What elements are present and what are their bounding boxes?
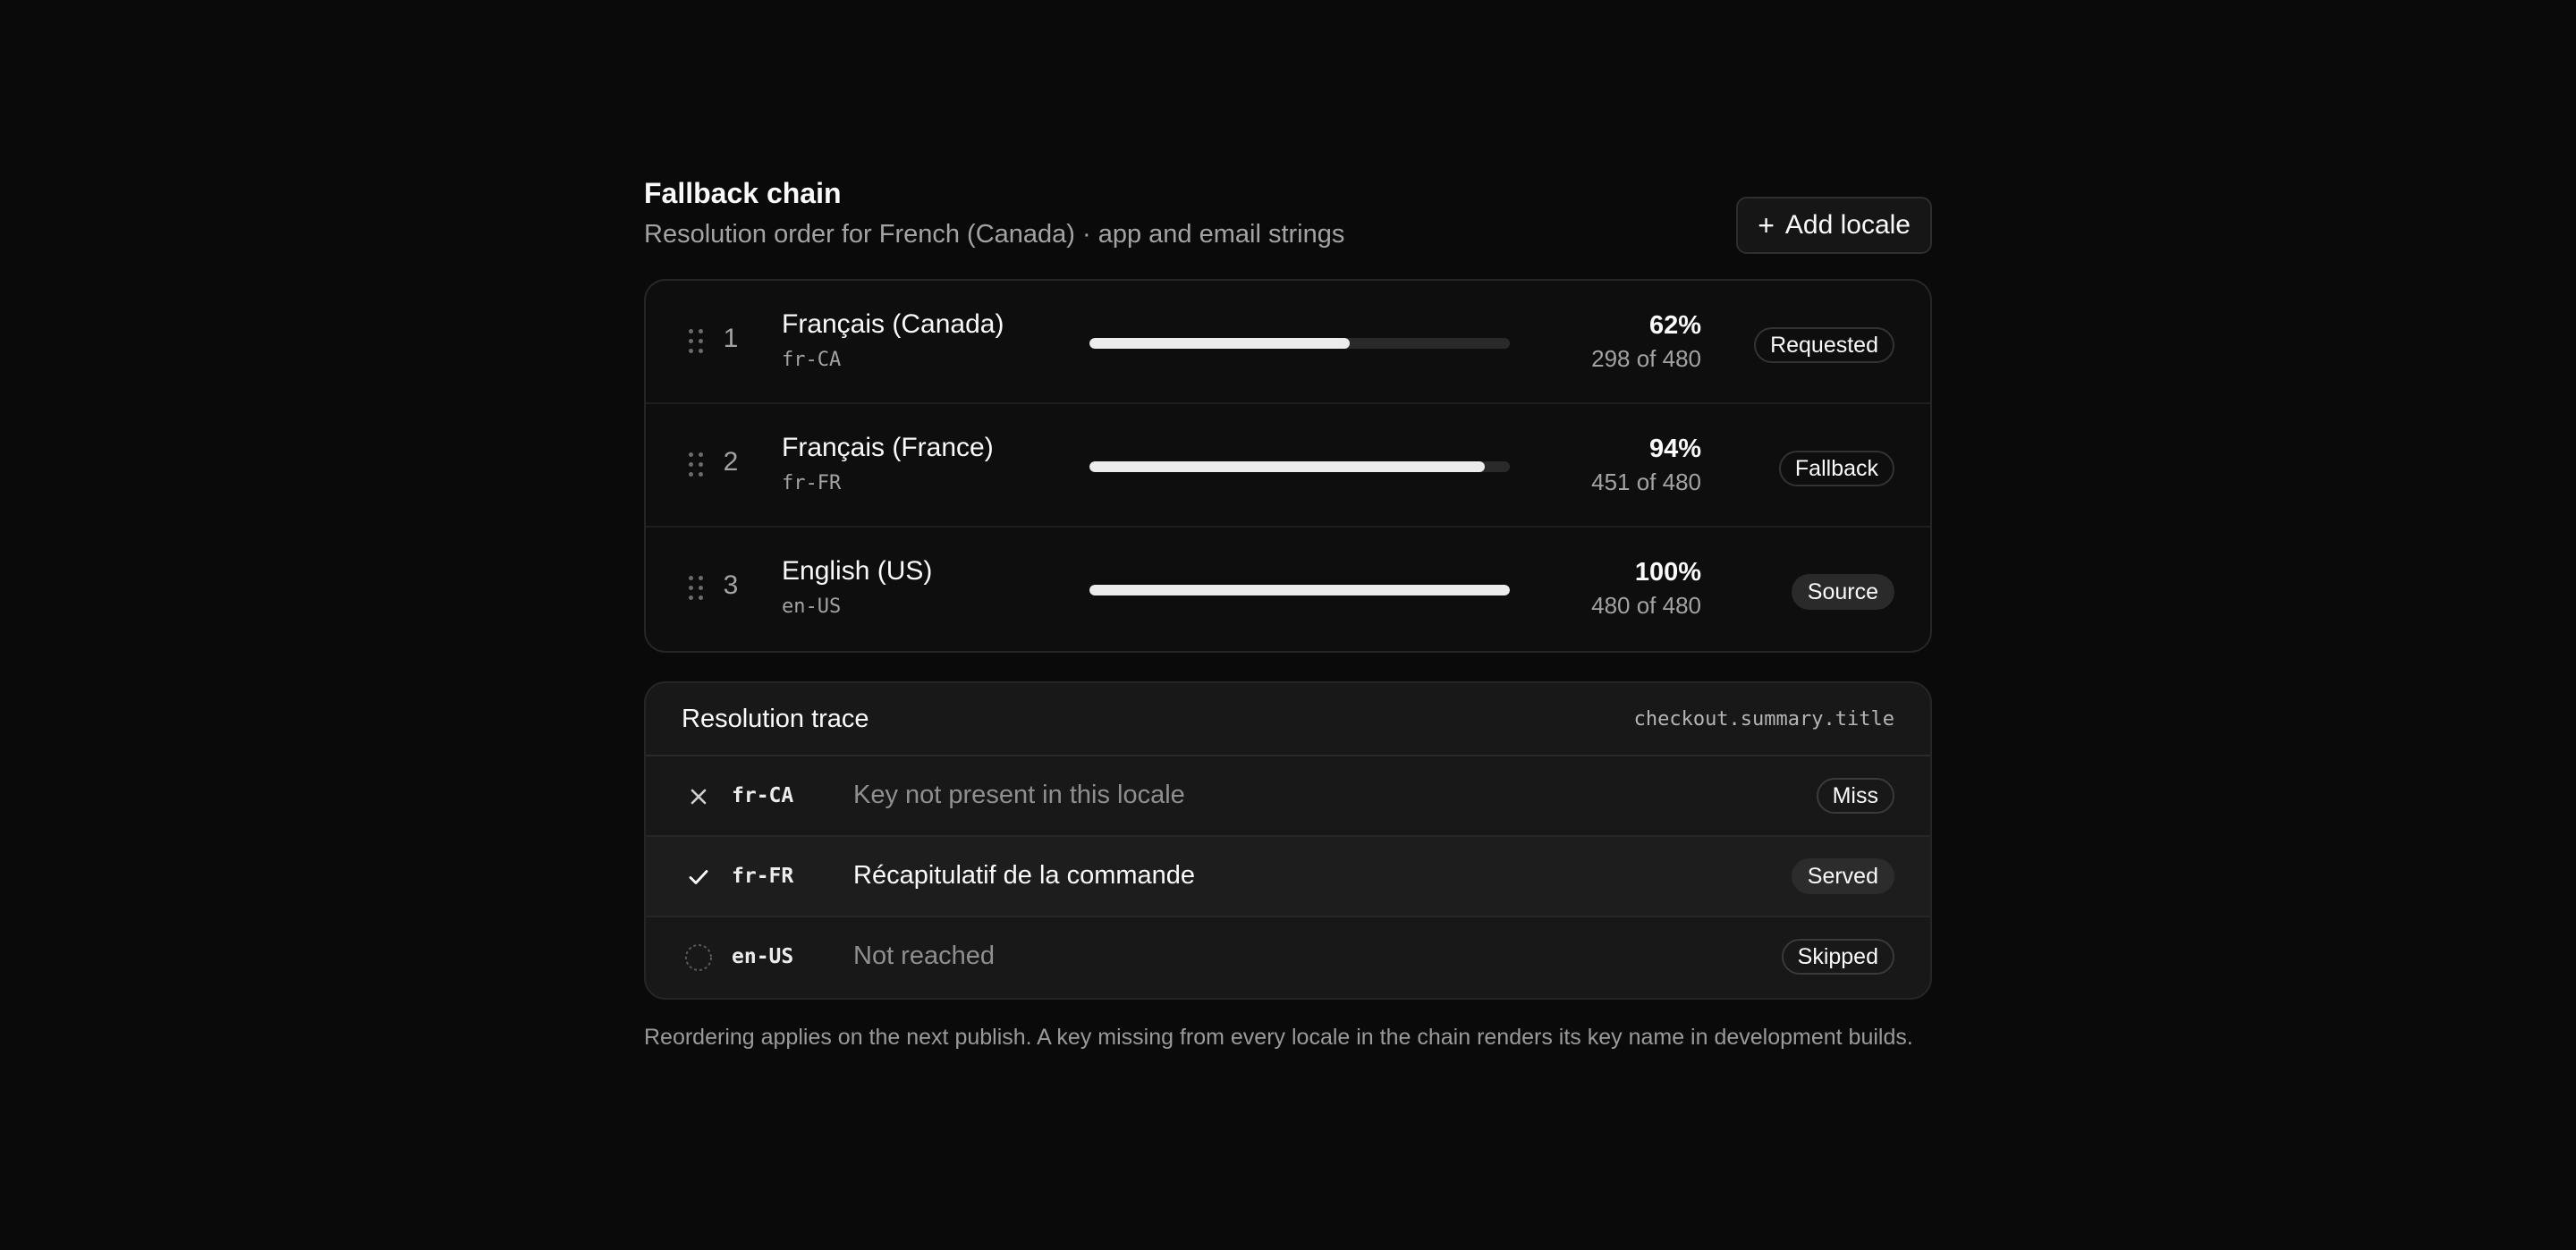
drag-handle-icon[interactable] bbox=[689, 329, 705, 354]
trace-locale-code: fr-FR bbox=[732, 865, 794, 888]
locale-code: fr-FR bbox=[782, 472, 842, 494]
coverage-count: 451 of 480 bbox=[1591, 469, 1701, 495]
add-locale-label: Add locale bbox=[1784, 210, 1911, 240]
trace-key: checkout.summary.title bbox=[1633, 708, 1894, 731]
locale-name: Français (France) bbox=[782, 433, 994, 462]
coverage-bar-fill bbox=[1089, 461, 1485, 472]
locale-rank: 2 bbox=[723, 447, 739, 477]
locale-code: fr-CA bbox=[782, 349, 842, 371]
trace-locale-code: fr-CA bbox=[732, 784, 794, 807]
fallback-chain-panel: Fallback chain Resolution order for Fren… bbox=[644, 175, 1932, 1052]
resolution-trace-panel: Resolution trace checkout.summary.title … bbox=[644, 681, 1932, 1000]
coverage-bar bbox=[1089, 338, 1510, 349]
trace-row: en-US Not reached Skipped bbox=[646, 917, 1930, 998]
x-icon bbox=[691, 789, 707, 805]
trace-row: fr-FR Récapitulatif de la commande Serve… bbox=[646, 837, 1930, 917]
trace-status-badge: Skipped bbox=[1781, 939, 1894, 975]
dashed-circle-icon bbox=[685, 944, 712, 971]
locale-rank: 3 bbox=[723, 570, 739, 600]
locale-row[interactable]: 1 Français (Canada) fr-CA 62% 298 of 480… bbox=[646, 281, 1930, 404]
trace-title: Resolution trace bbox=[682, 705, 869, 733]
coverage-count: 480 of 480 bbox=[1591, 592, 1701, 619]
drag-handle-icon[interactable] bbox=[689, 576, 705, 601]
locale-row[interactable]: 3 English (US) en-US 100% 480 of 480 Sou… bbox=[646, 528, 1930, 651]
add-locale-button[interactable]: + Add locale bbox=[1736, 197, 1932, 254]
coverage-percent: 62% bbox=[1648, 311, 1701, 340]
coverage-bar-fill bbox=[1089, 585, 1510, 595]
locale-rank: 1 bbox=[723, 324, 739, 353]
check-icon bbox=[689, 870, 708, 884]
coverage-percent: 100% bbox=[1634, 558, 1701, 587]
trace-row: fr-CA Key not present in this locale Mis… bbox=[646, 756, 1930, 837]
locale-code: en-US bbox=[782, 595, 842, 618]
coverage-bar bbox=[1089, 585, 1510, 595]
trace-status-badge: Served bbox=[1791, 858, 1894, 894]
trace-message: Not reached bbox=[853, 942, 995, 970]
coverage-bar bbox=[1089, 461, 1510, 472]
coverage-count: 298 of 480 bbox=[1591, 345, 1701, 372]
drag-handle-icon[interactable] bbox=[689, 452, 705, 477]
coverage-percent: 94% bbox=[1648, 435, 1701, 463]
trace-message: Key not present in this locale bbox=[853, 781, 1185, 809]
panel-header: Fallback chain Resolution order for Fren… bbox=[644, 175, 1932, 259]
locale-role-badge: Source bbox=[1791, 574, 1894, 610]
locale-name: Français (Canada) bbox=[782, 309, 1004, 339]
coverage-bar-fill bbox=[1089, 338, 1351, 349]
trace-status-badge: Miss bbox=[1816, 778, 1894, 814]
locale-role-badge: Fallback bbox=[1778, 451, 1894, 486]
locale-row[interactable]: 2 Français (France) fr-FR 94% 451 of 480… bbox=[646, 404, 1930, 528]
footnote: Reordering applies on the next publish. … bbox=[644, 1025, 1913, 1050]
trace-message: Récapitulatif de la commande bbox=[853, 861, 1196, 890]
locale-chain-list: 1 Français (Canada) fr-CA 62% 298 of 480… bbox=[644, 279, 1932, 653]
trace-locale-code: en-US bbox=[732, 945, 794, 968]
plus-icon: + bbox=[1758, 209, 1775, 241]
locale-name: English (US) bbox=[782, 556, 933, 586]
locale-role-badge: Requested bbox=[1754, 327, 1894, 363]
trace-header: Resolution trace checkout.summary.title bbox=[646, 683, 1930, 756]
